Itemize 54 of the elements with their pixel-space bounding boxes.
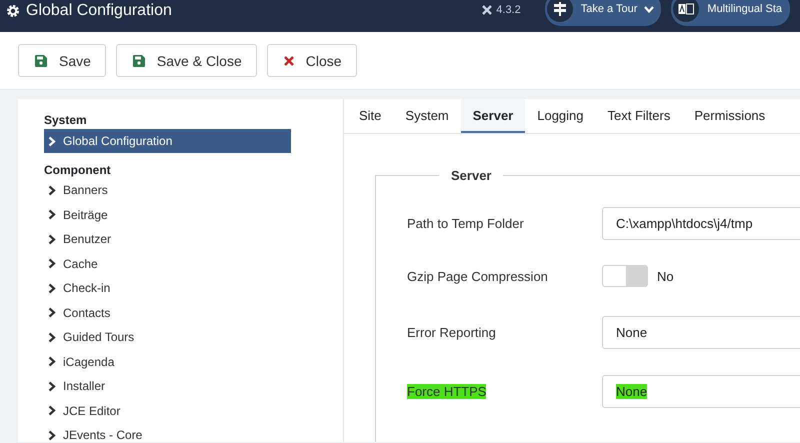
sidebar-item[interactable]: Beiträge [44,202,291,227]
sidebar-item[interactable]: Banners [44,178,291,202]
field-label: Error Reporting [407,325,497,340]
save-button[interactable]: Save & Close [116,44,257,77]
chevron-down-icon [644,5,655,13]
field-label: Gzip Page Compression [407,268,549,284]
sidebar-item[interactable]: Check-in [44,276,291,300]
select-field[interactable]: None [602,375,800,408]
page-title: Global Configuration [26,2,172,20]
sidebar-item[interactable]: Installer [44,374,291,398]
sidebar-item[interactable]: Guided Tours [44,325,291,350]
chevron-icon [48,405,56,416]
chevron-icon [48,258,56,270]
section-heading: System [44,113,88,128]
sidebar-item[interactable]: iCagenda [44,350,291,374]
fieldset-legend: Server [439,168,504,183]
chevron-icon [48,356,56,368]
tab[interactable]: Text Filters [596,99,682,133]
chevron-icon [48,430,56,441]
save-button[interactable]: Save [18,44,106,77]
chevron-icon [48,136,56,146]
settings-icon [6,4,20,18]
sidebar-item[interactable]: JCE Editor [44,398,291,423]
sidebar-item[interactable]: JEvents - Core [44,423,291,442]
chevron-icon [48,282,56,294]
chevron-icon [48,209,56,220]
chevron-icon [48,380,56,392]
sidebar-item[interactable]: Global Configuration [44,129,291,153]
chevron-icon [48,332,56,343]
sidebar-item[interactable]: Cache [44,252,291,276]
sidebar-item[interactable]: Benutzer [44,227,291,252]
tab[interactable]: Permissions [682,99,778,133]
tab[interactable]: System [393,99,461,133]
take-tour-button[interactable]: Take a Tour [544,0,662,26]
tab[interactable]: Site [347,99,394,133]
translate-icon [678,3,694,15]
chevron-icon [48,307,56,318]
language-button[interactable]: Multilingual Sta [671,0,790,26]
close-icon [284,56,294,66]
sidebar-item[interactable]: Contacts [44,300,291,325]
signpost-icon [552,2,567,16]
input-field[interactable]: C:\xampp\htdocs\j4/tmp [602,207,800,240]
field-label: Path to Temp Folder [407,216,525,231]
tab[interactable]: Server [460,99,526,133]
tab[interactable]: Logging [525,99,596,133]
field-label: Force HTTPS [407,384,488,399]
select-field[interactable]: None [602,316,800,349]
toggle-switch[interactable] [602,265,648,287]
chevron-icon [48,234,56,245]
chevron-icon [48,184,56,196]
toggle-label: No [657,268,674,284]
close-button[interactable]: Close [266,44,357,77]
version-label: 4.3.2 [496,4,521,16]
section-heading: Component [44,163,112,178]
